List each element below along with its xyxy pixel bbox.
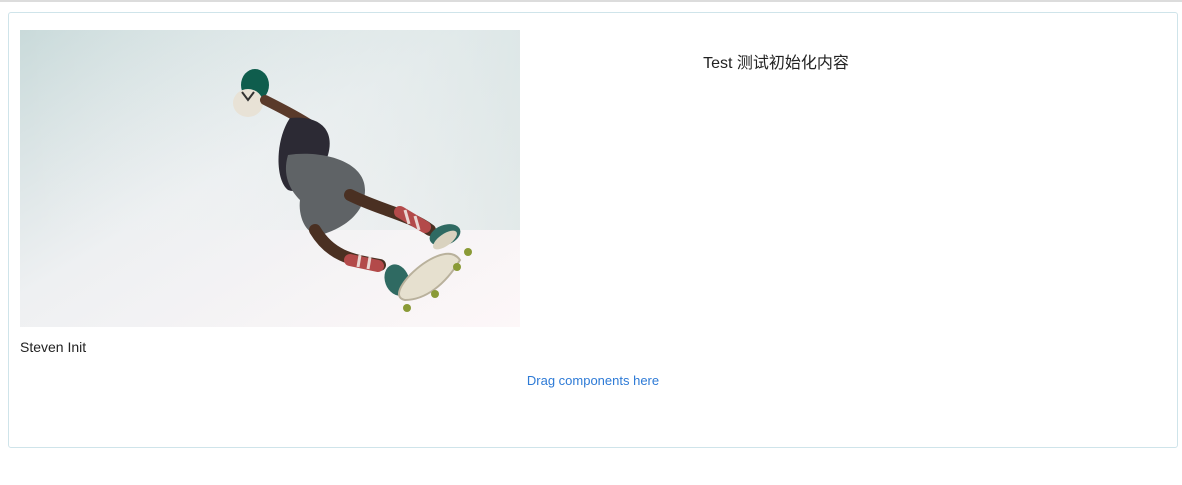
image-caption: Steven Init	[20, 339, 87, 355]
drop-zone-hint[interactable]: Drag components here	[9, 373, 1177, 388]
top-divider	[0, 0, 1182, 2]
photo-illustration	[20, 30, 520, 327]
skateboard-photo[interactable]	[20, 30, 520, 327]
editor-canvas[interactable]: Test 测试初始化内容 Steven Init Drag components…	[8, 12, 1178, 448]
page-heading: Test 测试初始化内容	[703, 55, 849, 72]
